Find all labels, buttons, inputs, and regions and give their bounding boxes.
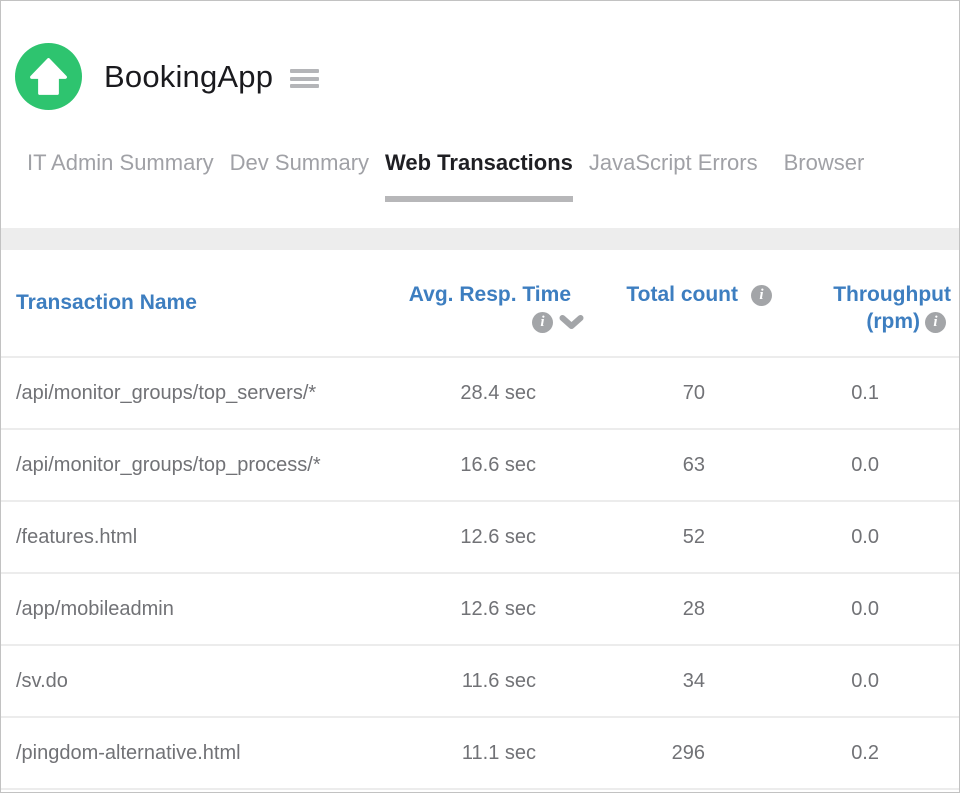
table-body: /api/monitor_groups/top_servers/* 28.4 s… <box>1 358 959 790</box>
transaction-name-cell[interactable]: /features.html <box>1 526 379 549</box>
total-count-cell: 34 <box>571 670 772 693</box>
table-row[interactable]: /app/mobileadmin 12.6 sec 28 0.0 <box>1 574 959 646</box>
avg-resp-time-header-icons: i <box>379 311 584 333</box>
transaction-name-cell[interactable]: /pingdom-alternative.html <box>1 742 379 765</box>
table-row[interactable]: /api/monitor_groups/top_process/* 16.6 s… <box>1 430 959 502</box>
app-header: BookingApp <box>15 43 959 110</box>
column-header-total-count[interactable]: Total count i <box>571 250 772 356</box>
total-count-cell: 28 <box>571 598 772 621</box>
throughput-cell: 0.0 <box>772 454 951 477</box>
total-count-cell: 70 <box>571 382 772 405</box>
app-status-icon[interactable] <box>15 43 82 110</box>
transaction-name-cell[interactable]: /sv.do <box>1 670 379 693</box>
throughput-cell: 0.2 <box>772 742 951 765</box>
transaction-name-cell[interactable]: /api/monitor_groups/top_servers/* <box>1 382 379 405</box>
avg-resp-time-cell: 16.6 sec <box>379 454 571 477</box>
tab-javascript-errors[interactable]: JavaScript Errors <box>581 134 766 202</box>
column-label: Throughput <box>772 283 951 307</box>
tab-browser[interactable]: Browser <box>776 134 873 202</box>
page-title: BookingApp <box>104 59 273 95</box>
info-icon[interactable]: i <box>532 312 553 333</box>
column-label: Avg. Resp. Time <box>379 283 571 307</box>
table-row[interactable]: /features.html 12.6 sec 52 0.0 <box>1 502 959 574</box>
table-header-row: Transaction Name Avg. Resp. Time i Total… <box>1 250 959 358</box>
menu-icon[interactable] <box>290 69 319 88</box>
app-window: BookingApp IT Admin SummaryDev SummaryWe… <box>0 0 960 793</box>
avg-resp-time-cell: 12.6 sec <box>379 598 571 621</box>
transaction-name-cell[interactable]: /api/monitor_groups/top_process/* <box>1 454 379 477</box>
throughput-cell: 0.0 <box>772 526 951 549</box>
throughput-header-unit: (rpm) i <box>772 311 951 333</box>
up-arrow-icon <box>15 43 82 110</box>
avg-resp-time-cell: 12.6 sec <box>379 526 571 549</box>
section-divider-band <box>1 228 959 250</box>
column-header-transaction-name[interactable]: Transaction Name <box>1 291 379 315</box>
avg-resp-time-cell: 11.1 sec <box>379 742 571 765</box>
avg-resp-time-cell: 28.4 sec <box>379 382 571 405</box>
info-icon[interactable]: i <box>751 285 772 306</box>
tab-dev-summary[interactable]: Dev Summary <box>222 134 377 202</box>
column-header-throughput[interactable]: Throughput (rpm) i <box>772 250 951 356</box>
table-row[interactable]: /sv.do 11.6 sec 34 0.0 <box>1 646 959 718</box>
table-row[interactable]: /api/monitor_groups/top_servers/* 28.4 s… <box>1 358 959 430</box>
avg-resp-time-cell: 11.6 sec <box>379 670 571 693</box>
total-count-cell: 63 <box>571 454 772 477</box>
tab-bar: IT Admin SummaryDev SummaryWeb Transacti… <box>1 134 959 202</box>
column-header-avg-resp-time[interactable]: Avg. Resp. Time i <box>379 250 571 356</box>
column-unit-label: (rpm) <box>866 310 920 334</box>
tab-web-transactions[interactable]: Web Transactions <box>377 134 581 202</box>
info-icon[interactable]: i <box>925 312 946 333</box>
throughput-cell: 0.1 <box>772 382 951 405</box>
transactions-table: Transaction Name Avg. Resp. Time i Total… <box>1 250 959 790</box>
throughput-cell: 0.0 <box>772 670 951 693</box>
table-row[interactable]: /pingdom-alternative.html 11.1 sec 296 0… <box>1 718 959 790</box>
throughput-cell: 0.0 <box>772 598 951 621</box>
column-label: Transaction Name <box>16 291 197 314</box>
transaction-name-cell[interactable]: /app/mobileadmin <box>1 598 379 621</box>
tab-it-admin-summary[interactable]: IT Admin Summary <box>19 134 222 202</box>
total-count-cell: 296 <box>571 742 772 765</box>
total-count-cell: 52 <box>571 526 772 549</box>
column-label: Total count <box>626 283 738 307</box>
